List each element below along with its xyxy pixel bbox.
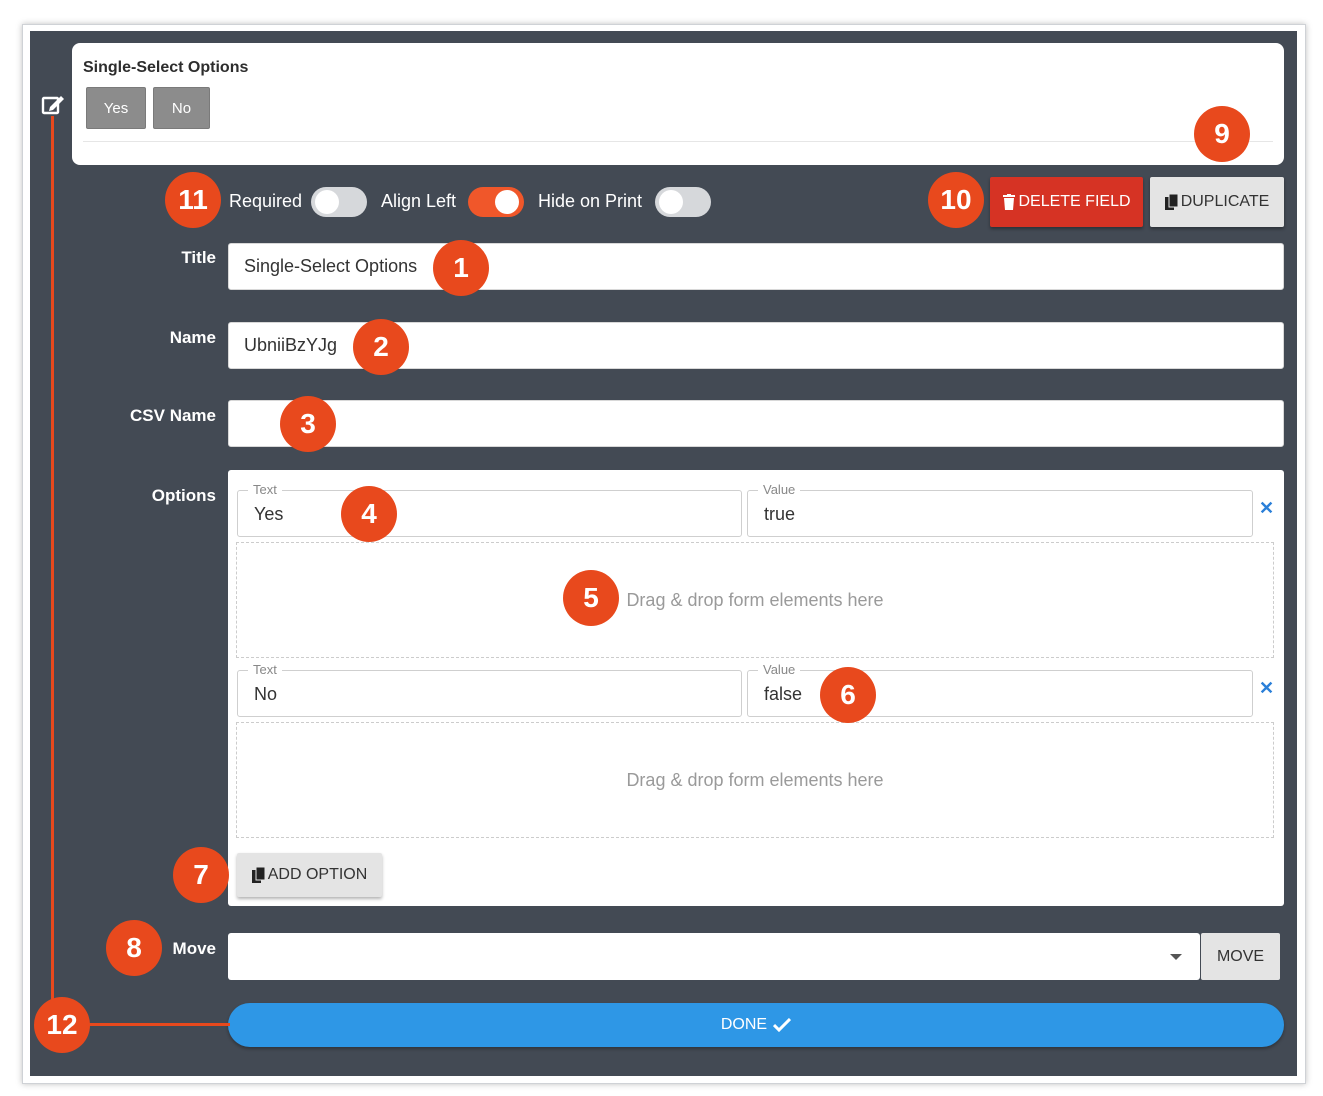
duplicate-label: DUPLICATE (1180, 193, 1270, 210)
hide-on-print-label: Hide on Print (538, 191, 643, 211)
duplicate-button[interactable]: DUPLICATE (1150, 177, 1284, 227)
callout-badge-7: 7 (173, 847, 229, 903)
required-label: Required (229, 191, 303, 211)
callout-badge-10: 10 (928, 172, 984, 228)
option-text-legend: Text (248, 662, 282, 677)
copy-icon (1164, 194, 1179, 210)
hide-on-print-toggle[interactable] (655, 187, 711, 217)
option-2-text-field[interactable]: Text No (237, 662, 742, 717)
title-input[interactable]: Single-Select Options (228, 243, 1284, 290)
add-option-button[interactable]: ADD OPTION (237, 853, 382, 897)
preview-title: Single-Select Options (83, 59, 249, 76)
move-select[interactable] (228, 933, 1200, 980)
csv-name-input[interactable] (228, 400, 1284, 447)
option-1-value-field[interactable]: Value true (747, 482, 1253, 537)
callout-badge-3: 3 (280, 396, 336, 452)
done-label: DONE (720, 1016, 768, 1033)
required-toggle[interactable] (311, 187, 367, 217)
align-left-label: Align Left (381, 191, 457, 211)
trash-icon (1003, 194, 1016, 210)
option-1-dropzone[interactable]: Drag & drop form elements here (236, 542, 1274, 658)
title-label: Title (181, 248, 216, 267)
add-option-label: ADD OPTION (267, 866, 368, 883)
callout-badge-9: 9 (1194, 106, 1250, 162)
option-text-legend: Text (248, 482, 282, 497)
callout-badge-6: 6 (820, 667, 876, 723)
name-label: Name (169, 328, 216, 347)
option-value-value: true (764, 504, 796, 524)
option-2-dropzone[interactable]: Drag & drop form elements here (236, 722, 1274, 838)
callout-badge-12: 12 (34, 997, 90, 1053)
chevron-down-icon (1170, 954, 1182, 960)
remove-option-2-icon[interactable]: ✕ (1259, 678, 1274, 699)
edit-icon[interactable] (40, 92, 66, 118)
check-icon (773, 1018, 792, 1032)
callout-badge-11: 11 (165, 172, 221, 228)
preview-option-yes-button[interactable]: Yes (86, 87, 146, 129)
option-1-text-field[interactable]: Text Yes (237, 482, 742, 537)
callout-badge-4: 4 (341, 486, 397, 542)
option-text-value: No (254, 684, 278, 704)
callout-badge-1: 1 (433, 240, 489, 296)
callout-badge-8: 8 (106, 920, 162, 976)
callout-badge-2: 2 (353, 319, 409, 375)
annotation-connector-line (85, 1023, 230, 1026)
option-value-value: false (764, 684, 803, 704)
option-value-legend: Value (758, 662, 801, 677)
delete-field-label: DELETE FIELD (1018, 193, 1131, 210)
field-preview: Single-Select Options Yes No (72, 43, 1284, 165)
preview-divider (83, 141, 1273, 142)
annotation-connector-line (51, 116, 54, 1011)
delete-field-button[interactable]: DELETE FIELD (990, 177, 1143, 227)
options-label: Options (151, 486, 216, 505)
callout-badge-5: 5 (563, 570, 619, 626)
align-left-toggle[interactable] (468, 187, 524, 217)
option-text-value: Yes (254, 504, 284, 524)
copy-icon (251, 867, 266, 883)
remove-option-1-icon[interactable]: ✕ (1259, 498, 1274, 519)
option-value-legend: Value (758, 482, 801, 497)
done-button[interactable]: DONE (228, 1003, 1284, 1047)
csv-name-label: CSV Name (130, 406, 216, 425)
move-button[interactable]: MOVE (1201, 933, 1280, 980)
preview-option-no-button[interactable]: No (153, 87, 210, 129)
